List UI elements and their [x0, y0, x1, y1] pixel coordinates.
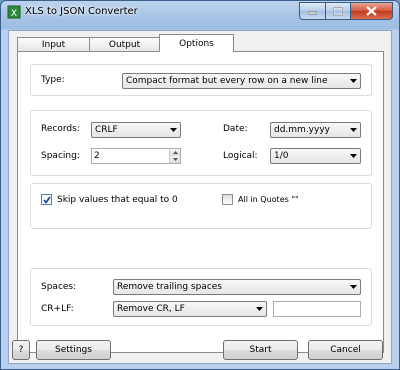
help-label: ? — [18, 345, 24, 355]
spacing-value: 2 — [94, 151, 100, 161]
tab-label: Input — [41, 40, 66, 50]
minimize-button[interactable] — [299, 2, 325, 20]
settings-label: Settings — [55, 345, 92, 355]
checkmark-icon — [43, 196, 51, 204]
crlf-replacement-input[interactable] — [273, 301, 361, 317]
date-select[interactable]: dd.mm.yyyy — [270, 122, 361, 138]
window-controls — [299, 2, 393, 20]
date-value: dd.mm.yyyy — [274, 125, 330, 135]
type-label: Type: — [41, 75, 65, 85]
logical-value: 1/0 — [274, 151, 289, 161]
maximize-button[interactable] — [325, 2, 350, 20]
chevron-down-icon — [166, 123, 180, 137]
cancel-button[interactable]: Cancel — [308, 340, 383, 360]
type-value: Compact format but every row on a new li… — [126, 76, 328, 86]
title-bar[interactable]: X XLS to JSON Converter — [1, 1, 399, 25]
skip-zero-label: Skip values that equal to 0 — [57, 195, 178, 205]
crlf-select[interactable]: Remove CR, LF — [113, 301, 267, 317]
app-window: X XLS to JSON Converter Input Output Opt… — [0, 0, 400, 370]
crlf-value: Remove CR, LF — [117, 304, 185, 314]
tab-input[interactable]: Input — [17, 37, 90, 52]
whitespace-group: Spaces: Remove trailing spaces CR+LF: Re… — [30, 268, 372, 326]
stepper-up-icon[interactable] — [170, 149, 180, 156]
crlf-label: CR+LF: — [41, 304, 74, 314]
records-value: CRLF — [95, 125, 118, 135]
options-panel: Type: Compact format but every row on a … — [17, 51, 384, 353]
client-area: Input Output Options Type: Compact forma… — [8, 30, 392, 364]
cancel-label: Cancel — [330, 345, 361, 355]
date-label: Date: — [223, 124, 248, 134]
records-select[interactable]: CRLF — [91, 122, 181, 138]
values-group: Skip values that equal to 0 All in Quote… — [30, 183, 372, 229]
all-quotes-checkbox[interactable] — [222, 194, 233, 205]
tab-label: Output — [108, 40, 141, 50]
svg-text:X: X — [11, 9, 17, 19]
chevron-down-icon — [252, 302, 266, 316]
tab-options[interactable]: Options — [159, 34, 234, 52]
chevron-down-icon — [346, 280, 360, 294]
chevron-down-icon — [346, 74, 360, 88]
maximize-icon — [333, 6, 343, 16]
skip-zero-checkbox[interactable] — [41, 194, 52, 205]
tab-output[interactable]: Output — [89, 37, 160, 52]
type-select[interactable]: Compact format but every row on a new li… — [122, 73, 361, 89]
stepper-down-icon[interactable] — [170, 156, 180, 163]
spacing-stepper[interactable]: 2 — [91, 148, 181, 164]
records-label: Records: — [41, 124, 80, 134]
close-icon — [366, 6, 377, 16]
window-title: XLS to JSON Converter — [25, 6, 138, 17]
spacing-label: Spacing: — [41, 151, 80, 161]
all-quotes-label: All in Quotes "" — [238, 195, 299, 204]
app-icon: X — [7, 5, 21, 19]
settings-button[interactable]: Settings — [36, 340, 111, 360]
minimize-icon — [308, 11, 317, 15]
logical-select[interactable]: 1/0 — [270, 148, 361, 164]
type-group: Type: Compact format but every row on a … — [30, 64, 372, 96]
logical-label: Logical: — [223, 151, 258, 161]
tab-strip: Input Output Options — [17, 34, 234, 52]
start-label: Start — [249, 345, 272, 355]
close-button[interactable] — [350, 2, 393, 20]
format-group: Records: CRLF Date: dd.mm.yyyy Spacing: … — [30, 110, 372, 176]
chevron-down-icon — [346, 123, 360, 137]
start-button[interactable]: Start — [223, 340, 298, 360]
spaces-select[interactable]: Remove trailing spaces — [113, 279, 361, 295]
chevron-down-icon — [346, 149, 360, 163]
spaces-value: Remove trailing spaces — [117, 282, 222, 292]
stepper-buttons — [169, 149, 180, 163]
help-button[interactable]: ? — [12, 340, 30, 360]
spaces-label: Spaces: — [41, 282, 77, 292]
tab-label: Options — [179, 38, 214, 49]
